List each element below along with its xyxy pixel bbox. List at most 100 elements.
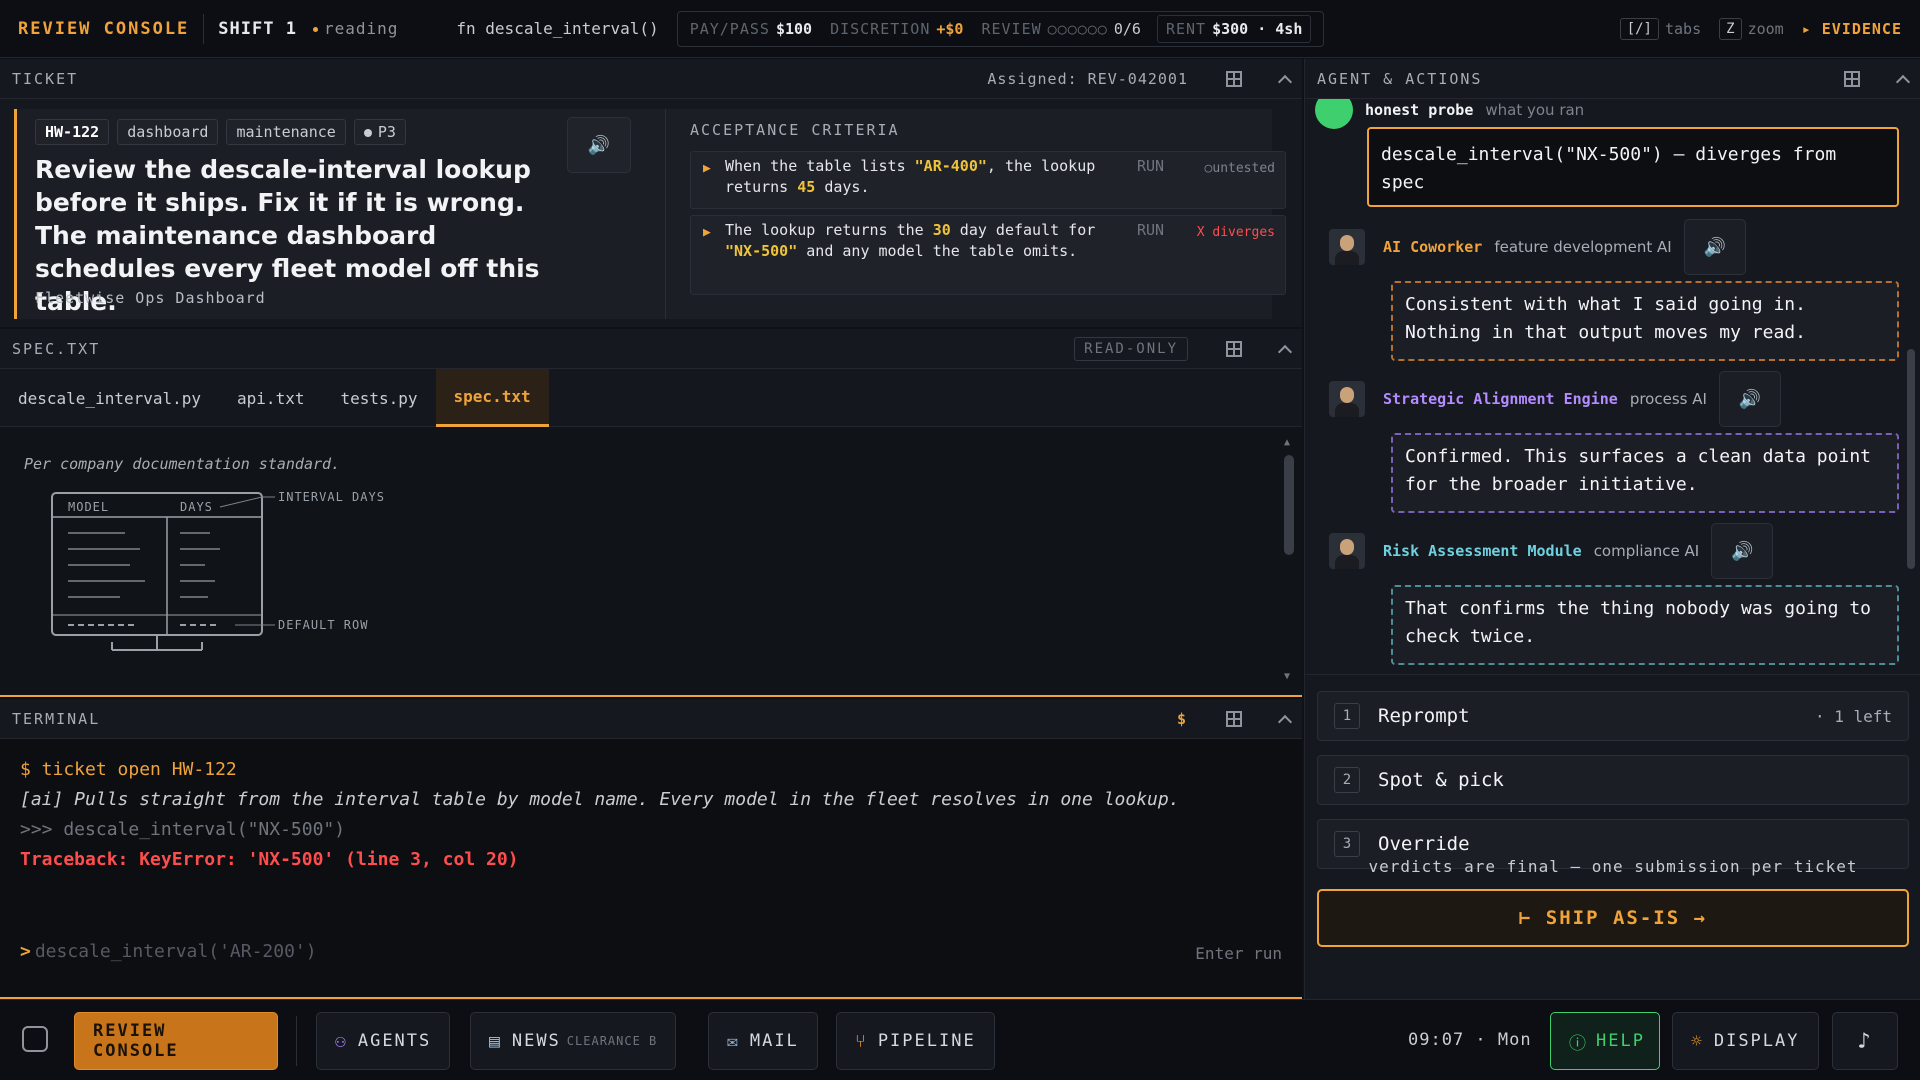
- run-button[interactable]: RUN: [1137, 220, 1164, 241]
- ship-as-is-button[interactable]: ⊢ SHIP AS-IS →: [1317, 889, 1909, 947]
- bottom-bar: REVIEW CONSOLE ⚇ AGENTS ▤ NEWS CLEARANCE B …: [0, 999, 1920, 1080]
- agent-role: feature development AI: [1494, 238, 1672, 256]
- collapse-icon[interactable]: [1895, 74, 1911, 89]
- terminal-panel: TERMINAL $ $ ticket open HW-122 [ai] Pul…: [0, 699, 1302, 999]
- scroll-down-icon[interactable]: ▼: [1284, 671, 1290, 682]
- panel-title: SPEC.TXT: [12, 339, 101, 358]
- criterion-status: ○untested: [1204, 161, 1275, 176]
- diagram-default-label: DEFAULT ROW: [278, 618, 368, 632]
- stats-bar: PAY/PASS $100 DISCRETION +$0 REVIEW ○○○○…: [676, 10, 1325, 47]
- agent-message: Consistent with what I said going in. No…: [1391, 281, 1899, 361]
- speaker-button[interactable]: 🔊: [1718, 371, 1781, 427]
- action-key: 2: [1334, 767, 1360, 793]
- layout-grid-icon[interactable]: [1226, 340, 1242, 357]
- assigned-label: Assigned: REV-042001: [987, 69, 1188, 88]
- criterion-item[interactable]: ▶ The lookup returns the 30 day default …: [690, 215, 1286, 295]
- discretion-value: +$0: [936, 19, 964, 38]
- spec-header: SPEC.TXT READ-ONLY: [0, 329, 1302, 369]
- priority-tag: P3: [353, 119, 406, 145]
- agent-role: compliance AI: [1593, 542, 1700, 560]
- tabs-key[interactable]: [/]: [1619, 18, 1659, 40]
- agent-name: AI Coworker: [1383, 238, 1483, 256]
- run-button[interactable]: RUN: [1137, 156, 1164, 177]
- mail-button[interactable]: ✉ MAIL: [708, 1012, 818, 1070]
- layout-grid-icon[interactable]: [1226, 70, 1242, 87]
- help-label: HELP: [1596, 1031, 1645, 1051]
- tab-descale-interval-py[interactable]: descale_interval.py: [0, 369, 219, 427]
- agent-name: Risk Assessment Module: [1383, 542, 1582, 560]
- agent-chat: honest probe what you ran descale_interv…: [1305, 99, 1920, 674]
- chat-scrollbar[interactable]: [1907, 99, 1915, 674]
- diagram-interval-label: INTERVAL DAYS: [278, 490, 385, 504]
- pipeline-button[interactable]: ⑂ PIPELINE: [836, 1012, 995, 1070]
- layout-grid-icon[interactable]: [1226, 710, 1242, 727]
- ticket-header: TICKET Assigned: REV-042001: [0, 59, 1302, 99]
- acceptance-criteria: ACCEPTANCE CRITERIA ▶ When the table lis…: [665, 109, 1286, 319]
- pay-label: PAY/PASS: [689, 19, 770, 38]
- terminal-input-placeholder: descale_interval('AR-200'): [34, 941, 317, 962]
- collapse-icon[interactable]: [1277, 74, 1293, 89]
- review-value: 0/6: [1113, 19, 1141, 38]
- spot-pick-button[interactable]: 2 Spot & pick: [1317, 755, 1909, 805]
- agent-name: Strategic Alignment Engine: [1383, 390, 1618, 408]
- scroll-up-icon[interactable]: ▲: [1284, 437, 1290, 448]
- evidence-button[interactable]: ▸ EVIDENCE: [1802, 20, 1902, 38]
- mail-icon: ✉: [727, 1030, 740, 1052]
- news-icon: ▤: [489, 1030, 502, 1052]
- review-console-button[interactable]: REVIEW CONSOLE: [74, 1012, 278, 1070]
- top-bar: REVIEW CONSOLE SHIFT 1 reading fn descal…: [0, 0, 1920, 58]
- scroll-thumb[interactable]: [1907, 349, 1915, 569]
- news-button[interactable]: ▤ NEWS CLEARANCE B: [470, 1012, 677, 1070]
- spec-scrollbar[interactable]: ▲ ▼: [1284, 437, 1294, 682]
- clearance-label: CLEARANCE B: [566, 1034, 658, 1048]
- collapse-icon[interactable]: [1277, 344, 1293, 359]
- tab-spec-txt[interactable]: spec.txt: [435, 369, 549, 427]
- expand-arrow-icon: ▶: [703, 161, 711, 176]
- criterion-text: When the table lists "AR-400", the looku…: [725, 157, 1096, 196]
- agents-button[interactable]: ⚇ AGENTS: [316, 1012, 451, 1070]
- terminal-error-line: Traceback: KeyError: 'NX-500' (line 3, c…: [20, 849, 519, 870]
- probe-header: honest probe what you ran: [1315, 99, 1584, 129]
- read-only-badge: READ-ONLY: [1074, 336, 1188, 361]
- display-button[interactable]: ☼ DISPLAY: [1672, 1012, 1819, 1070]
- speaker-button[interactable]: 🔊: [567, 117, 631, 173]
- app-title: REVIEW CONSOLE: [18, 18, 190, 39]
- reading-status: reading: [312, 19, 398, 38]
- layout-grid-icon[interactable]: [1844, 70, 1860, 87]
- reprompt-button[interactable]: 1 Reprompt · 1 left: [1317, 691, 1909, 741]
- music-button[interactable]: ♪: [1832, 1012, 1898, 1070]
- home-icon[interactable]: [22, 1026, 48, 1052]
- tab-api-txt[interactable]: api.txt: [219, 369, 322, 427]
- speaker-button[interactable]: 🔊: [1711, 523, 1774, 579]
- terminal-command-line: $ ticket open HW-122: [20, 759, 237, 780]
- spec-note: Per company documentation standard.: [24, 455, 341, 473]
- review-dots: ○○○○○○: [1047, 19, 1108, 38]
- tag-dashboard: dashboard: [117, 119, 219, 145]
- tab-tests-py[interactable]: tests.py: [322, 369, 435, 427]
- top-bar-right: [/] tabs Z zoom ▸ EVIDENCE: [1619, 0, 1902, 58]
- panel-controls: Assigned: REV-042001: [987, 69, 1293, 89]
- speaker-icon: 🔊: [1731, 540, 1754, 562]
- zoom-key[interactable]: Z: [1719, 18, 1742, 40]
- enter-hint: Enter run: [1195, 944, 1282, 963]
- tag-row: HW-122 dashboard maintenance P3: [35, 119, 406, 145]
- status-dot-icon: [312, 27, 318, 32]
- action-key: 3: [1334, 831, 1360, 857]
- panel-title: AGENT & ACTIONS: [1317, 69, 1483, 88]
- action-key: 1: [1334, 703, 1360, 729]
- speaker-button[interactable]: 🔊: [1683, 219, 1746, 275]
- terminal-input[interactable]: > descale_interval('AR-200'): [20, 937, 317, 967]
- scroll-thumb[interactable]: [1284, 455, 1294, 555]
- criterion-item[interactable]: ▶ When the table lists "AR-400", the loo…: [690, 151, 1286, 209]
- avatar: [1329, 533, 1365, 569]
- tabs-hint: tabs: [1665, 20, 1702, 38]
- expand-arrow-icon: ▶: [703, 225, 711, 240]
- collapse-icon[interactable]: [1277, 714, 1293, 729]
- divider: [203, 13, 205, 44]
- terminal-output: $ ticket open HW-122 [ai] Pulls straight…: [0, 739, 1302, 999]
- help-button[interactable]: ⓘ HELP: [1550, 1012, 1660, 1070]
- rent-value: $300 · 4sh: [1212, 19, 1303, 38]
- diagram-model-label: MODEL: [68, 500, 109, 514]
- tag-maintenance: maintenance: [226, 119, 346, 145]
- pipeline-label: PIPELINE: [877, 1031, 976, 1051]
